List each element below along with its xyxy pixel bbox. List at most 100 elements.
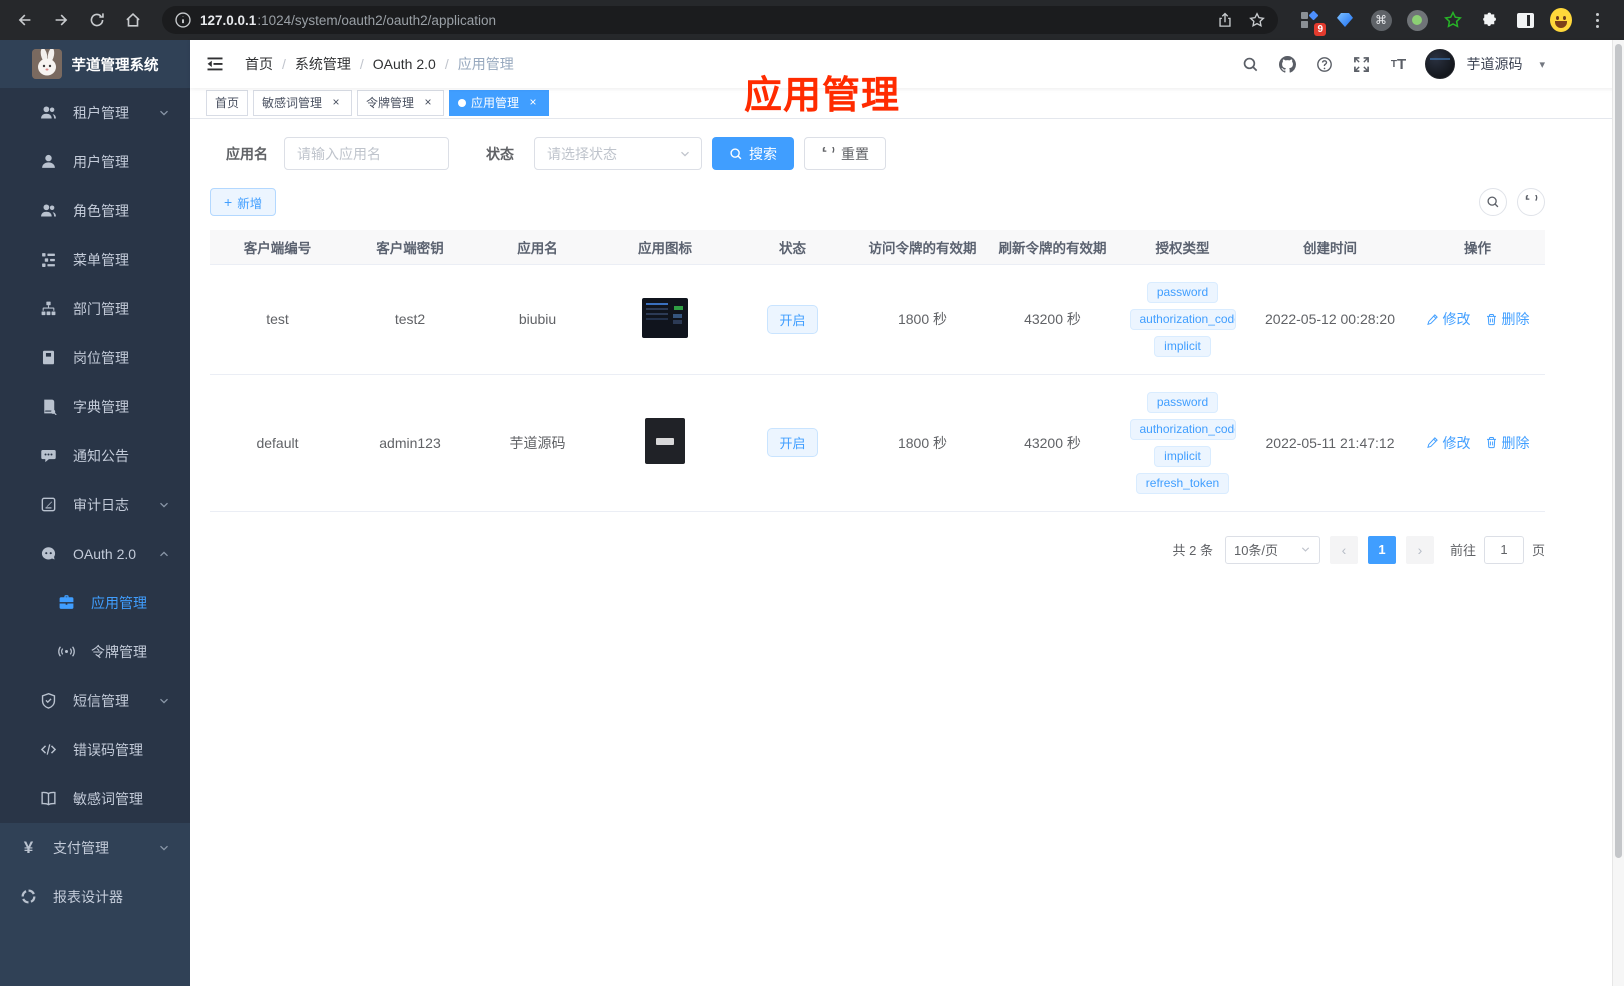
sidebar-item-menu[interactable]: 菜单管理: [0, 235, 190, 284]
grant-type-tag: authorization_code: [1129, 308, 1236, 330]
actions-cell: 修改 删除: [1410, 264, 1545, 375]
bookmark-star-icon[interactable]: [1248, 11, 1266, 29]
help-icon[interactable]: [1314, 54, 1334, 74]
client-id-cell: default: [210, 374, 345, 512]
app-logo[interactable]: 芋道管理系统: [0, 40, 190, 88]
page-size-select[interactable]: 10条/页: [1224, 535, 1320, 564]
close-icon[interactable]: ×: [421, 96, 435, 110]
sidebar-item-post[interactable]: 岗位管理: [0, 333, 190, 382]
chevron-down-icon[interactable]: ▾: [1539, 58, 1545, 71]
browser-forward-icon[interactable]: [46, 5, 76, 35]
sidebar-item-user[interactable]: 用户管理: [0, 137, 190, 186]
users-icon: [40, 104, 57, 121]
sidebar-item-label: 支付管理: [53, 839, 109, 856]
column-header: 访问令牌的有效期: [855, 230, 990, 265]
tab-label: 应用管理: [471, 96, 520, 110]
status-badge[interactable]: 开启: [767, 304, 818, 334]
sidebar-item-audit-log[interactable]: 审计日志: [0, 480, 190, 529]
edit-button[interactable]: 修改: [1426, 309, 1471, 329]
next-page-button[interactable]: ›: [1405, 535, 1434, 564]
edit-button[interactable]: 修改: [1426, 433, 1471, 453]
status-label: 状态: [486, 145, 514, 162]
extension-record-icon[interactable]: [1406, 9, 1428, 31]
extension-puzzle-icon[interactable]: [1478, 9, 1500, 31]
tab-敏感词管理[interactable]: 敏感词管理 ×: [253, 90, 353, 116]
breadcrumb-item[interactable]: 系统管理: [295, 54, 351, 74]
sidebar-item-label: 部门管理: [73, 300, 129, 317]
close-icon[interactable]: ×: [329, 96, 343, 110]
sidebar-item-oauth2-application[interactable]: 应用管理: [0, 578, 190, 627]
fullscreen-icon[interactable]: [1351, 54, 1371, 74]
badge-icon: [40, 349, 57, 366]
delete-button[interactable]: 删除: [1485, 309, 1530, 329]
sidebar-item-notice[interactable]: 通知公告: [0, 431, 190, 480]
tab-令牌管理[interactable]: 令牌管理 ×: [357, 90, 445, 116]
tab-label: 敏感词管理: [262, 96, 323, 110]
extension-split-icon[interactable]: [1514, 9, 1536, 31]
sidebar-item-role[interactable]: 角色管理: [0, 186, 190, 235]
close-icon[interactable]: ×: [526, 96, 540, 110]
sidebar-collapse-icon[interactable]: [205, 53, 227, 75]
users-icon: [40, 202, 57, 219]
font-size-icon[interactable]: TT: [1388, 54, 1408, 74]
sidebar-item-label: 审计日志: [73, 496, 129, 513]
breadcrumb-item[interactable]: OAuth 2.0: [373, 56, 436, 72]
sidebar-item-dict[interactable]: 字典管理: [0, 382, 190, 431]
sidebar-item-pay[interactable]: ¥ 支付管理: [0, 823, 190, 872]
grant-types-cell: password authorization_code implicit refres…: [1115, 374, 1250, 512]
app-name-input[interactable]: [284, 137, 449, 170]
browser-reload-icon[interactable]: [82, 5, 112, 35]
sidebar-item-sensitive-word[interactable]: 敏感词管理: [0, 774, 190, 823]
github-icon[interactable]: [1277, 54, 1297, 74]
browser-menu-icon[interactable]: [1586, 9, 1608, 31]
extension-command-icon[interactable]: ⌘: [1370, 9, 1392, 31]
page-scrollbar[interactable]: [1612, 40, 1624, 986]
breadcrumb-item[interactable]: 首页: [245, 54, 273, 74]
tab-应用管理[interactable]: 应用管理 ×: [449, 90, 550, 116]
token-icon: [58, 643, 75, 660]
sidebar-item-label: 短信管理: [73, 692, 129, 709]
search-button[interactable]: 搜索: [712, 137, 794, 170]
scrollbar-thumb[interactable]: [1615, 44, 1622, 858]
chevron-down-icon: [158, 107, 170, 119]
tab-首页[interactable]: 首页: [206, 90, 249, 116]
status-badge[interactable]: 开启: [767, 428, 818, 457]
sidebar-item-dept[interactable]: 部门管理: [0, 284, 190, 333]
sidebar-item-error-code[interactable]: 错误码管理: [0, 725, 190, 774]
status-select[interactable]: 请选择状态: [534, 137, 702, 170]
sidebar-item-oauth2-token[interactable]: 令牌管理: [0, 627, 190, 676]
refresh-table-button[interactable]: [1517, 188, 1545, 216]
extension-grid-icon[interactable]: 9: [1298, 9, 1326, 36]
site-info-icon[interactable]: [174, 11, 192, 29]
dashboard-screenshot-thumb[interactable]: [642, 297, 688, 338]
profile-avatar-icon[interactable]: [1550, 8, 1572, 32]
user-avatar[interactable]: [1425, 49, 1456, 79]
delete-button[interactable]: 删除: [1485, 433, 1530, 453]
share-icon[interactable]: [1216, 11, 1234, 29]
prev-page-button[interactable]: ‹: [1329, 535, 1358, 564]
browser-home-icon[interactable]: [118, 5, 148, 35]
address-bar[interactable]: 127.0.0.1:1024/system/oauth2/oauth2/appl…: [162, 6, 1278, 34]
browser-back-icon[interactable]: [10, 5, 40, 35]
page-number-1[interactable]: 1: [1367, 535, 1396, 564]
search-icon[interactable]: [1240, 54, 1260, 74]
browser-extensions: 9 ⌘: [1292, 8, 1614, 36]
code-icon: [40, 741, 57, 758]
username[interactable]: 芋道源码: [1466, 54, 1522, 74]
sidebar-item-tenant[interactable]: 租户管理: [0, 88, 190, 137]
sidebar-item-sms[interactable]: 短信管理: [0, 676, 190, 725]
sidebar-item-oauth2[interactable]: OAuth 2.0: [0, 529, 190, 578]
robot-icon: [40, 545, 57, 562]
refresh-token-validity-cell: 43200 秒: [990, 264, 1115, 375]
toggle-search-button[interactable]: [1479, 188, 1507, 216]
briefcase-icon: [58, 594, 75, 611]
goto-page-input[interactable]: [1483, 535, 1524, 564]
sidebar-item-report-designer[interactable]: 报表设计器: [0, 872, 190, 921]
add-button[interactable]: + 新增: [210, 188, 277, 216]
extension-gem-icon[interactable]: [1334, 9, 1356, 31]
reset-button[interactable]: 重置: [804, 137, 886, 170]
breadcrumb-separator: /: [444, 56, 449, 72]
chevron-down-icon: [1301, 547, 1310, 552]
dark-logo-thumb[interactable]: [645, 418, 685, 464]
extension-star-icon[interactable]: [1442, 9, 1464, 31]
